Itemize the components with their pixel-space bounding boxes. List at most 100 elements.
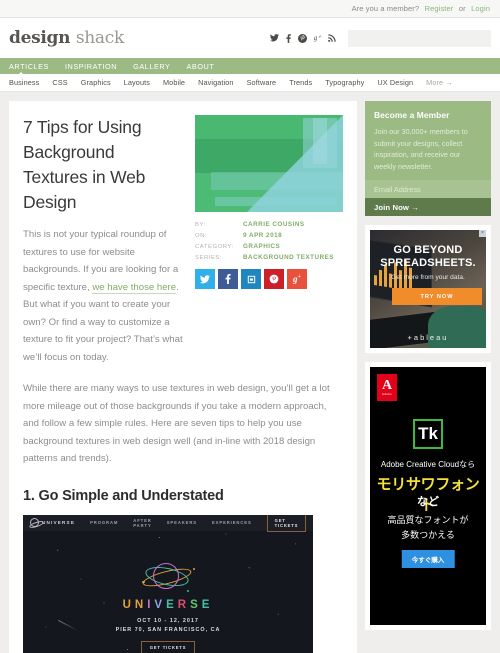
social-links: g⁺ [269,33,336,43]
adobe-ad-cta-button[interactable]: 今すぐ購入 [401,550,455,568]
meta-row-series: SERIES: BACKGROUND TEXTURES [195,254,343,261]
meta-row-category: CATEGORY: GRAPHICS [195,243,343,250]
hero-rect-2 [313,118,327,164]
subnav-item-software[interactable]: Software [247,78,277,87]
register-link[interactable]: Register [425,4,454,13]
meta-value-category[interactable]: GRAPHICS [243,243,280,250]
meta-label-category: CATEGORY: [195,244,234,250]
subnav-item-typography[interactable]: Typography [325,78,364,87]
googleplus-icon[interactable]: g⁺ [314,34,321,42]
hero-strip-2 [211,172,343,190]
universe-brand: UNIVERSE [30,518,75,527]
member-email-placeholder: Email Address [374,184,421,194]
universe-screenshot: UNIVERSE PROGRAM AFTER PARTY SPEAKERS EX… [23,514,313,653]
adobe-ad[interactable]: A Adobe Tk Adobe Creative Cloudなら モリサワフォ… [370,367,486,625]
rss-icon[interactable] [328,34,336,42]
close-icon[interactable]: × [479,230,486,237]
universe-hero-center: UNIVERSE OCT 10 - 12, 2017 PIER 70, SAN … [23,561,313,653]
facebook-icon[interactable] [286,33,291,43]
universe-hero-tickets-button: GET TICKETS [140,640,196,653]
nav-item-gallery[interactable]: GALLERY [133,62,170,71]
meta-label-series: SERIES: [195,255,223,261]
article-paragraph-2: While there are many ways to use texture… [23,383,330,464]
twitter-icon[interactable] [269,34,279,42]
site-logo[interactable]: design shack [9,28,124,48]
sidebar: Become a Member Join our 30,000+ members… [365,101,491,653]
logo-planet-ring [153,562,179,589]
article-heading-2: 1. Go Simple and Understated [23,487,224,504]
universe-dates: OCT 10 - 12, 2017 [137,617,199,624]
subnav-item-graphics[interactable]: Graphics [81,78,111,87]
article-header-left: 7 Tips for Using Background Textures in … [23,115,183,366]
typekit-product-icon: Tk [413,419,443,449]
page-root: Are you a member? Register or Login desi… [0,0,500,653]
tableau-ad-container: GO BEYOND SPREADSHEETS. Get more from yo… [365,225,491,353]
subnav-item-uxdesign[interactable]: UX Design [377,78,413,87]
article-intro: This is not your typical roundup of text… [23,226,183,366]
nav-item-articles[interactable]: ARTICLES [9,62,49,71]
subnav-item-css[interactable]: CSS [52,78,67,87]
meta-label-by: BY: [195,222,206,228]
meta-label-on: ON: [195,233,208,239]
secondary-nav: Business CSS Graphics Layouts Mobile Nav… [0,74,500,92]
share-pinterest-button[interactable] [264,269,284,289]
adobe-logo-word: Adobe [381,391,393,396]
article-meta: BY: CARRIE COUSINS ON: 9 APR 2018 CATEGO… [195,221,343,261]
article-header-right: BY: CARRIE COUSINS ON: 9 APR 2018 CATEGO… [195,115,343,366]
adobe-ad-container: A Adobe Tk Adobe Creative Cloudなら モリサワフォ… [365,362,491,630]
subnav-item-business[interactable]: Business [9,78,39,87]
meta-value-series[interactable]: BACKGROUND TEXTURES [243,254,334,261]
share-twitter-button[interactable] [195,269,215,289]
body-wrapper: 7 Tips for Using Background Textures in … [0,92,500,653]
subnav-item-mobile[interactable]: Mobile [163,78,185,87]
member-email-input[interactable]: Email Address [365,180,491,198]
adobe-ad-line-1: Adobe Creative Cloudなら [380,460,476,469]
subnav-item-layouts[interactable]: Layouts [124,78,150,87]
subnav-more-link[interactable]: More → [426,78,453,87]
universe-brand-text: UNIVERSE [42,520,76,525]
meta-value-date: 9 APR 2018 [243,232,283,239]
member-widget-title: Become a Member [374,110,450,120]
adobe-ad-line-3: など [417,496,439,508]
adobe-ad-line-4: 高品質なフォントが 多数つかえる [387,515,469,540]
page-title: 7 Tips for Using Background Textures in … [23,117,146,212]
nav-item-inspiration[interactable]: INSPIRATION [65,62,117,71]
masthead-right: g⁺ [269,29,491,47]
article-header: 7 Tips for Using Background Textures in … [23,115,343,366]
share-buttons: g+ [195,269,343,289]
universe-nav-experiences: EXPERIENCES [211,520,252,525]
masthead: design shack g⁺ [0,18,500,58]
subnav-item-navigation[interactable]: Navigation [198,78,233,87]
meta-row-on: ON: 9 APR 2018 [195,232,343,239]
join-now-button[interactable]: Join Now → [365,198,491,216]
featured-image [195,115,343,212]
universe-nav-afterparty: AFTER PARTY [133,517,152,528]
article-content: 7 Tips for Using Background Textures in … [9,101,357,653]
meta-value-author[interactable]: CARRIE COUSINS [243,221,305,228]
meta-row-by: BY: CARRIE COUSINS [195,221,343,228]
universe-logo-mark [139,561,197,593]
universe-nav-tickets-button: GET TICKETS [266,514,307,532]
logo-light-text: shack [75,28,124,48]
adobe-logo-letter: A [381,377,393,393]
or-label: or [458,4,466,13]
adobe-logo-icon: A Adobe [377,374,397,401]
pinterest-icon[interactable] [297,33,307,43]
share-googleplus-button[interactable]: g+ [287,269,307,289]
nav-item-about[interactable]: ABOUT [186,62,214,71]
tableau-ad-cta-button[interactable]: TRY NOW [392,288,482,305]
member-widget-body: Join our 30,000+ members to submit your … [374,127,468,171]
login-link[interactable]: Login [471,4,490,13]
logo-dot-2 [192,567,195,570]
share-facebook-button[interactable] [218,269,238,289]
subnav-item-trends[interactable]: Trends [289,78,312,87]
intro-inline-link[interactable]: we have those here [92,281,177,294]
become-member-widget: Become a Member Join our 30,000+ members… [365,101,491,216]
search-input[interactable] [348,29,491,47]
member-prompt-label: Are you a member? [351,4,420,13]
tableau-ad-subhead: Get more from your data. [391,274,465,281]
share-linkedin-button[interactable] [241,269,261,289]
tableau-ad[interactable]: GO BEYOND SPREADSHEETS. Get more from yo… [370,230,486,348]
universe-nav-program: PROGRAM [90,520,119,525]
logo-dot-1 [142,580,145,583]
